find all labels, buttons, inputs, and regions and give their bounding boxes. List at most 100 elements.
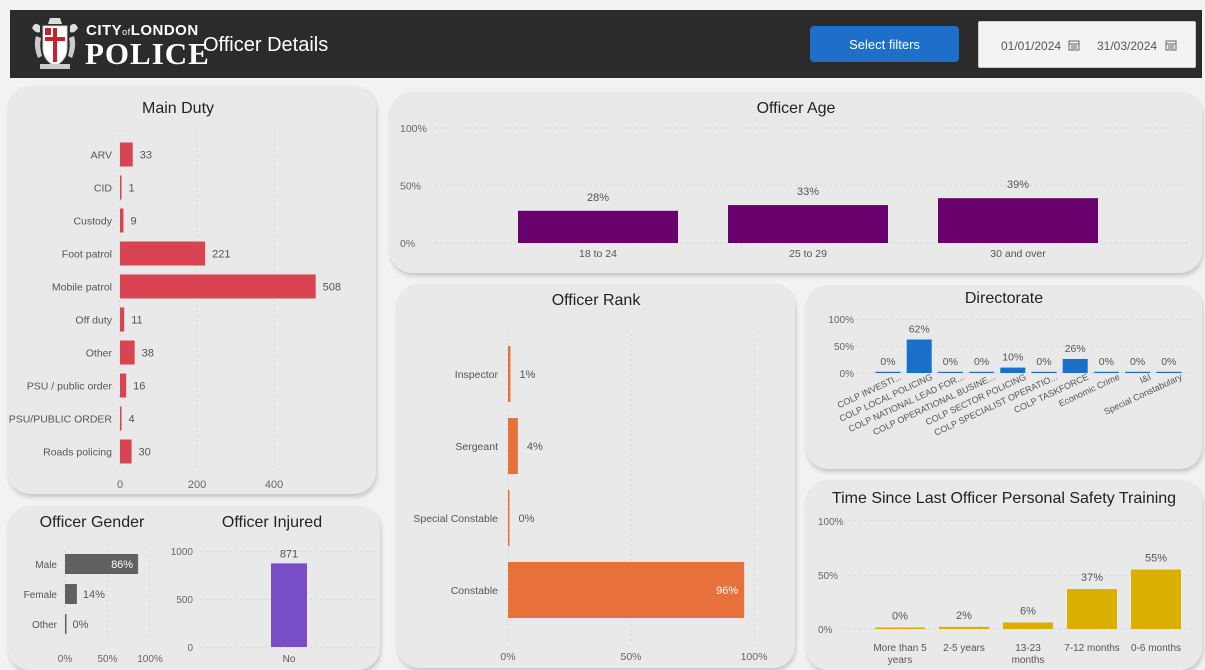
x-tick-label: 50% <box>97 654 117 665</box>
category-label: Off duty <box>75 315 112 327</box>
bar <box>1067 589 1117 629</box>
date-from-field[interactable]: 01/01/2024 <box>1001 39 1061 53</box>
bar <box>120 340 135 365</box>
y-tick-label: 50% <box>834 342 854 353</box>
y-tick-label: 50% <box>818 571 838 582</box>
header-bar: CITYofLONDON POLICE Officer Details Sele… <box>10 10 1202 78</box>
y-tick-label: 500 <box>176 595 193 606</box>
officer-gender-chart: 0% 50% 100% Male 86% Female 14% Other 0% 1000 500 0… <box>24 547 376 665</box>
value-label: 508 <box>323 282 341 294</box>
category-label: No <box>283 654 296 665</box>
bar <box>875 627 925 629</box>
page-title: Officer Details <box>203 34 329 56</box>
training-chart: 100% 50% 0% 0% More than 5years 2% 2-5 years 6%… <box>818 517 1192 666</box>
value-label: 1% <box>519 369 535 381</box>
value-label: 2% <box>956 610 972 622</box>
bar <box>65 614 67 634</box>
y-tick-label: 1000 <box>171 547 194 558</box>
main-duty-card: Main Duty 0 200 400 ARV 33 CID 1 Custody 9 Foot p… <box>8 86 376 494</box>
category-label: months <box>1012 655 1045 666</box>
bar <box>65 584 77 604</box>
value-label: 4 <box>129 414 135 426</box>
date-to-field[interactable]: 31/03/2024 <box>1097 39 1157 53</box>
officer-age-card: Officer Age 100% 50% 0% 28% 18 to 24 33% 25 to… <box>390 92 1202 273</box>
value-label: 33% <box>797 186 819 198</box>
bar <box>120 406 122 431</box>
category-label: 18 to 24 <box>579 248 617 260</box>
category-label: I&I <box>1138 372 1152 386</box>
value-label: 0% <box>943 356 958 368</box>
logo-police-text: POLICE <box>85 36 210 71</box>
value-label: 30 <box>139 447 151 459</box>
value-label: 39% <box>1007 179 1029 191</box>
training-card: Time Since Last Officer Personal Safety … <box>806 480 1202 670</box>
bar <box>120 142 133 167</box>
x-tick-label: 0% <box>500 651 515 663</box>
calendar-icon[interactable] <box>1068 39 1080 51</box>
bar <box>728 205 888 243</box>
y-tick-label: 100% <box>818 517 844 528</box>
x-tick-label: 0% <box>58 654 73 665</box>
value-label: 62% <box>909 324 930 336</box>
y-tick-label: 50% <box>400 181 421 193</box>
bar <box>120 307 125 332</box>
x-tick-label: 400 <box>265 479 283 491</box>
category-label: Female <box>24 590 58 601</box>
bar <box>508 490 510 546</box>
y-tick-label: 0% <box>400 238 415 250</box>
value-label: 1 <box>129 183 135 195</box>
calendar-icon[interactable] <box>1165 39 1177 51</box>
value-label: 0% <box>1161 356 1176 368</box>
x-tick-label: 0 <box>117 479 123 491</box>
value-label: 38 <box>142 348 154 360</box>
bar <box>508 346 511 402</box>
y-tick-label: 0% <box>840 369 855 380</box>
value-label: 0% <box>892 611 908 623</box>
bar <box>518 210 678 243</box>
bar <box>120 439 132 464</box>
select-filters-button[interactable]: Select filters <box>810 26 959 62</box>
officer-rank-chart: 0% 50% 100% Inspector 1% Sergeant 4% Special Co… <box>413 334 768 663</box>
city-of-london-crest-icon <box>32 18 78 69</box>
y-tick-label: 0% <box>818 625 833 636</box>
category-label: 30 and over <box>990 248 1046 260</box>
bar <box>120 274 316 299</box>
category-label: Roads policing <box>43 447 112 459</box>
value-label: 6% <box>1020 606 1036 618</box>
bar <box>508 418 518 474</box>
category-label: Other <box>86 348 113 360</box>
value-label: 871 <box>280 548 298 560</box>
x-tick-label: 100% <box>137 654 163 665</box>
bar <box>1131 569 1181 629</box>
value-label: 14% <box>83 589 105 601</box>
x-tick-label: 100% <box>741 651 768 663</box>
bar <box>120 208 124 233</box>
category-label: More than 5 <box>873 643 927 654</box>
officer-age-chart: 100% 50% 0% 28% 18 to 24 33% 25 to 29 39% 30 and… <box>400 123 1190 260</box>
bar <box>120 175 122 200</box>
category-label: Other <box>32 620 58 631</box>
category-label: 0-6 months <box>1131 643 1181 654</box>
category-label: Special Constable <box>413 513 498 525</box>
value-label: 96% <box>716 585 738 597</box>
y-tick-label: 0 <box>187 643 193 654</box>
category-label: Inspector <box>455 369 499 381</box>
value-label: 26% <box>1065 343 1086 355</box>
category-label: 7-12 months <box>1064 643 1120 654</box>
category-label: Mobile patrol <box>52 282 112 294</box>
value-label: 28% <box>587 192 609 204</box>
category-label: CID <box>94 183 113 195</box>
category-label: PSU / public order <box>27 381 113 393</box>
category-label: Foot patrol <box>62 249 112 261</box>
category-label: ARV <box>91 150 112 162</box>
category-label: Constable <box>451 585 498 597</box>
value-label: 16 <box>133 381 145 393</box>
bar <box>508 562 745 618</box>
x-tick-label: 200 <box>188 479 206 491</box>
bar <box>1003 622 1053 629</box>
bar <box>120 241 206 266</box>
value-label: 0% <box>73 619 89 631</box>
value-label: 4% <box>527 441 543 453</box>
value-label: 86% <box>111 559 133 571</box>
value-label: 0% <box>1099 356 1114 368</box>
